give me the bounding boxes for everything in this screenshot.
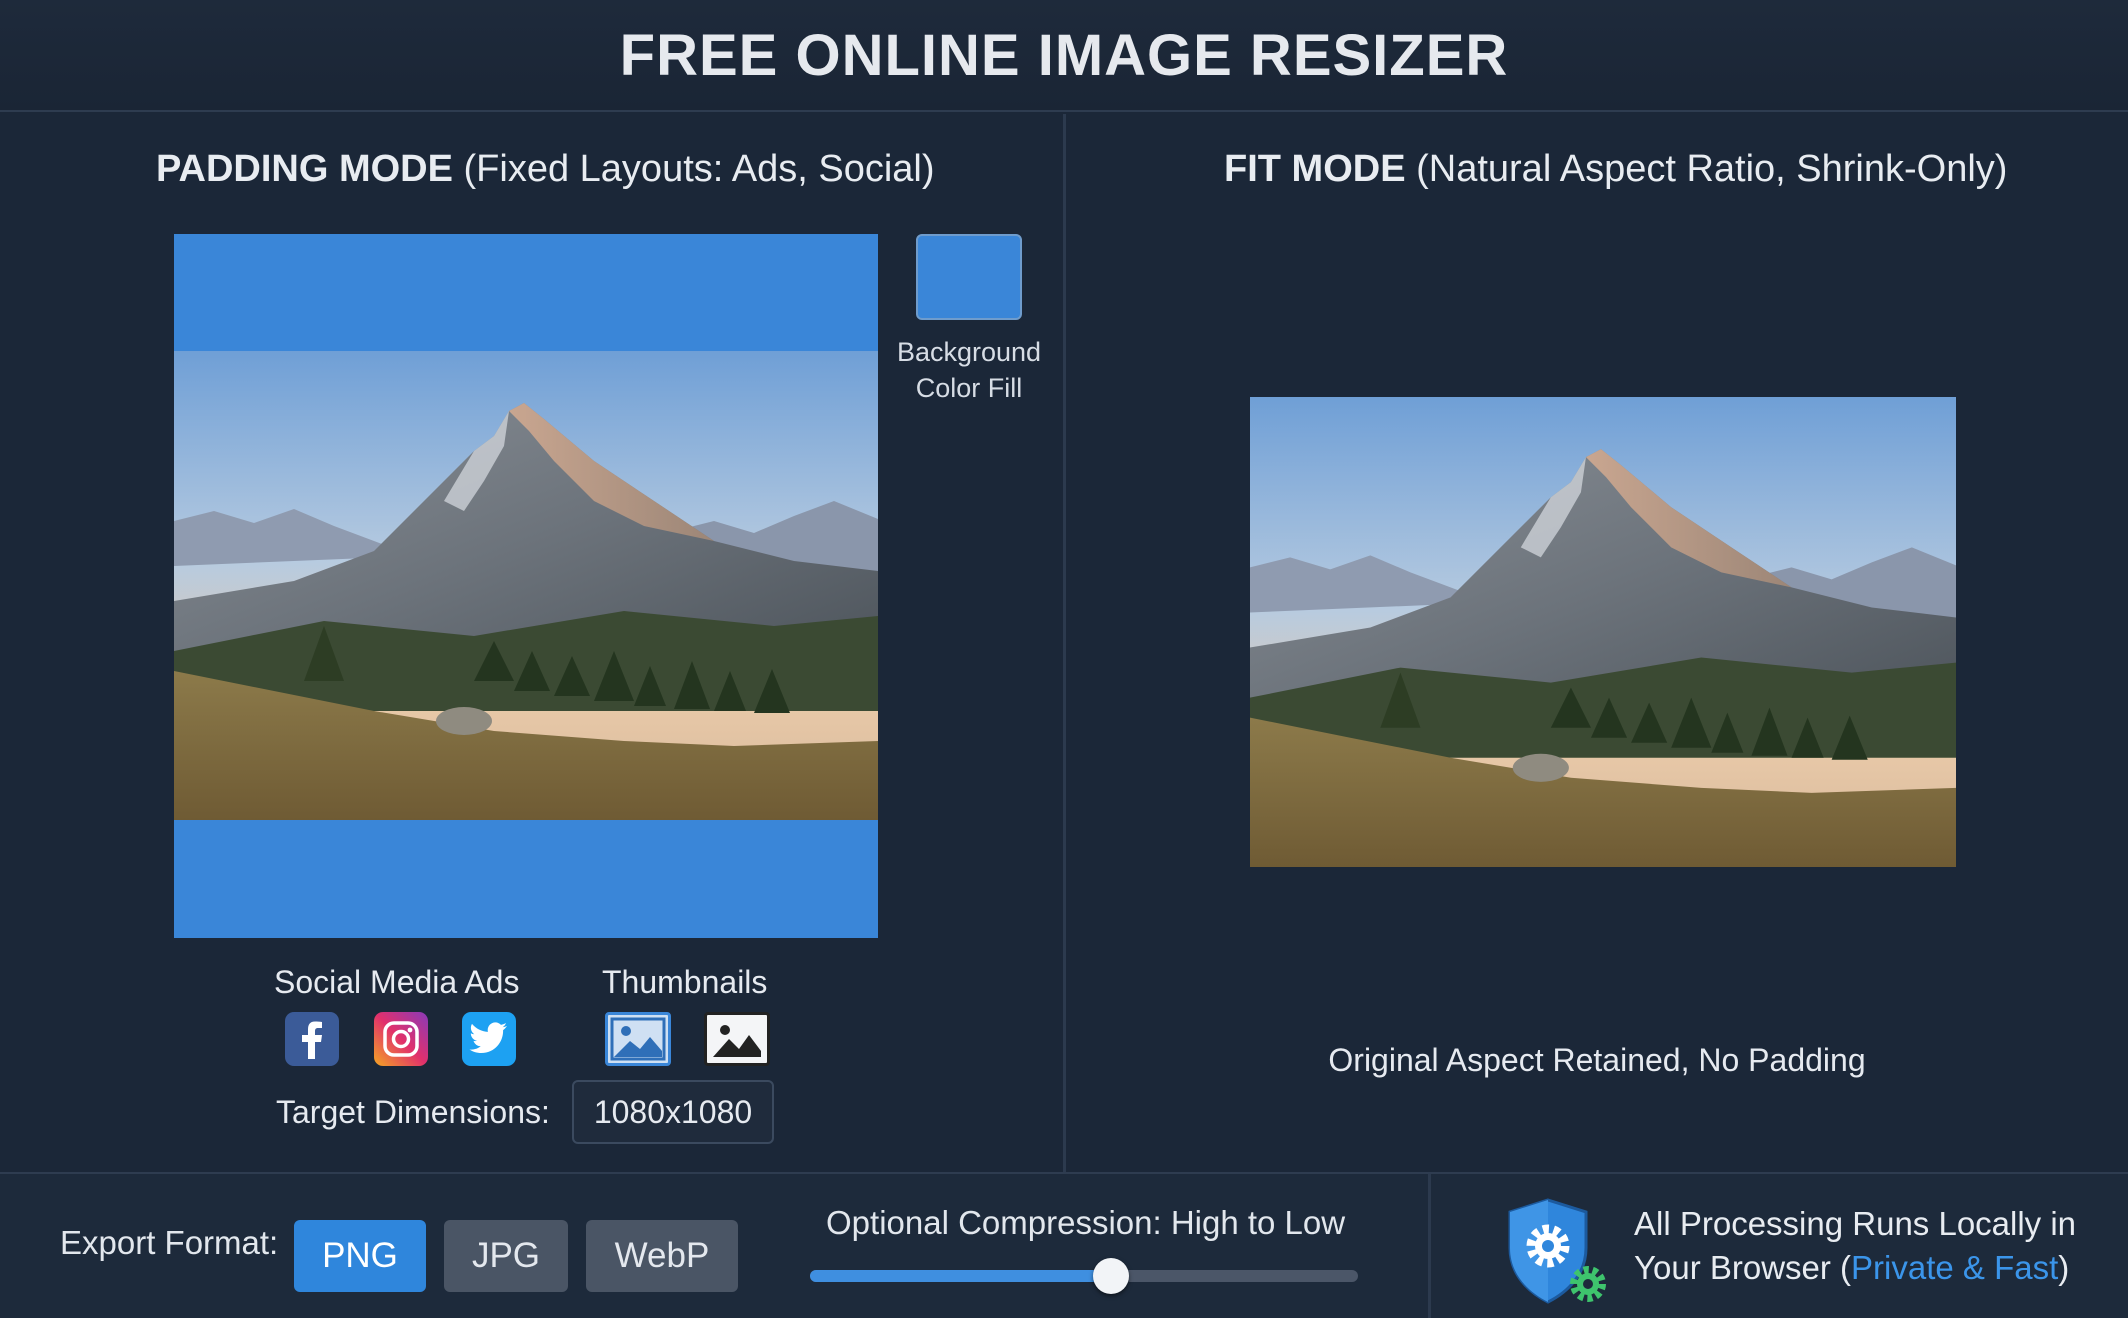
twitter-icon[interactable] <box>462 1012 516 1066</box>
background-color-label-line1: Background <box>896 337 1042 367</box>
app-header: FREE ONLINE IMAGE RESIZER <box>0 0 2128 112</box>
fit-mode-caption: Original Aspect Retained, No Padding <box>1328 1042 1866 1078</box>
padding-preview-canvas <box>174 234 878 938</box>
local-processing-prefix: Your Browser ( <box>1634 1249 1852 1286</box>
private-fast-link[interactable]: Private & Fast <box>1851 1249 2058 1286</box>
padding-mode-title: PADDING MODE (Fixed Layouts: Ads, Social… <box>156 148 935 191</box>
background-color-swatch[interactable] <box>916 234 1022 320</box>
fit-mode-title: FIT MODE (Natural Aspect Ratio, Shrink-O… <box>1224 148 2007 191</box>
local-processing-suffix: ) <box>2058 1249 2070 1286</box>
fit-image-preview <box>1250 397 1956 867</box>
local-processing-line2: Your Browser (Private & Fast) <box>1634 1246 2104 1290</box>
padding-mode-panel: PADDING MODE (Fixed Layouts: Ads, Social… <box>0 114 1063 1172</box>
padding-mode-title-bold: PADDING MODE <box>156 148 453 190</box>
bottom-divider <box>1428 1174 1431 1318</box>
compression-slider[interactable] <box>810 1258 1358 1294</box>
padding-mode-title-desc: (Fixed Layouts: Ads, Social) <box>463 148 935 190</box>
page-title: FREE ONLINE IMAGE RESIZER <box>619 22 1509 88</box>
facebook-icon[interactable] <box>285 1012 339 1066</box>
compression-slider-thumb[interactable] <box>1093 1258 1130 1294</box>
shield-gear-icon <box>1508 1198 1606 1304</box>
image-icon[interactable] <box>605 1012 671 1066</box>
local-processing-line1: All Processing Runs Locally in <box>1634 1205 2077 1242</box>
format-jpg-button[interactable]: JPG <box>444 1220 568 1292</box>
local-processing-notice: All Processing Runs Locally in Your Brow… <box>1634 1202 2104 1290</box>
background-color-label: Background Color Fill <box>880 334 1058 406</box>
fit-mode-title-bold: FIT MODE <box>1224 148 1406 190</box>
fit-mode-panel: FIT MODE (Natural Aspect Ratio, Shrink-O… <box>1066 114 2128 1172</box>
bottom-toolbar: Export Format: PNG JPG WebP Optional Com… <box>0 1172 2128 1318</box>
target-dimensions-input[interactable] <box>572 1080 774 1144</box>
background-color-label-line2: Color Fill <box>915 373 1023 403</box>
compression-label: Optional Compression: High to Low <box>826 1204 1346 1241</box>
image-outline-icon[interactable] <box>704 1012 770 1066</box>
social-media-ads-label: Social Media Ads <box>274 964 520 1000</box>
target-dimensions-label: Target Dimensions: <box>276 1094 550 1130</box>
padded-image-preview <box>174 351 878 820</box>
instagram-icon[interactable] <box>374 1012 428 1066</box>
format-webp-button[interactable]: WebP <box>586 1220 738 1292</box>
compression-slider-fill <box>810 1270 1112 1282</box>
format-png-button[interactable]: PNG <box>294 1220 426 1292</box>
thumbnails-label: Thumbnails <box>602 964 768 1000</box>
fit-mode-title-desc: (Natural Aspect Ratio, Shrink-Only) <box>1416 148 2008 190</box>
export-format-label: Export Format: <box>60 1224 279 1261</box>
